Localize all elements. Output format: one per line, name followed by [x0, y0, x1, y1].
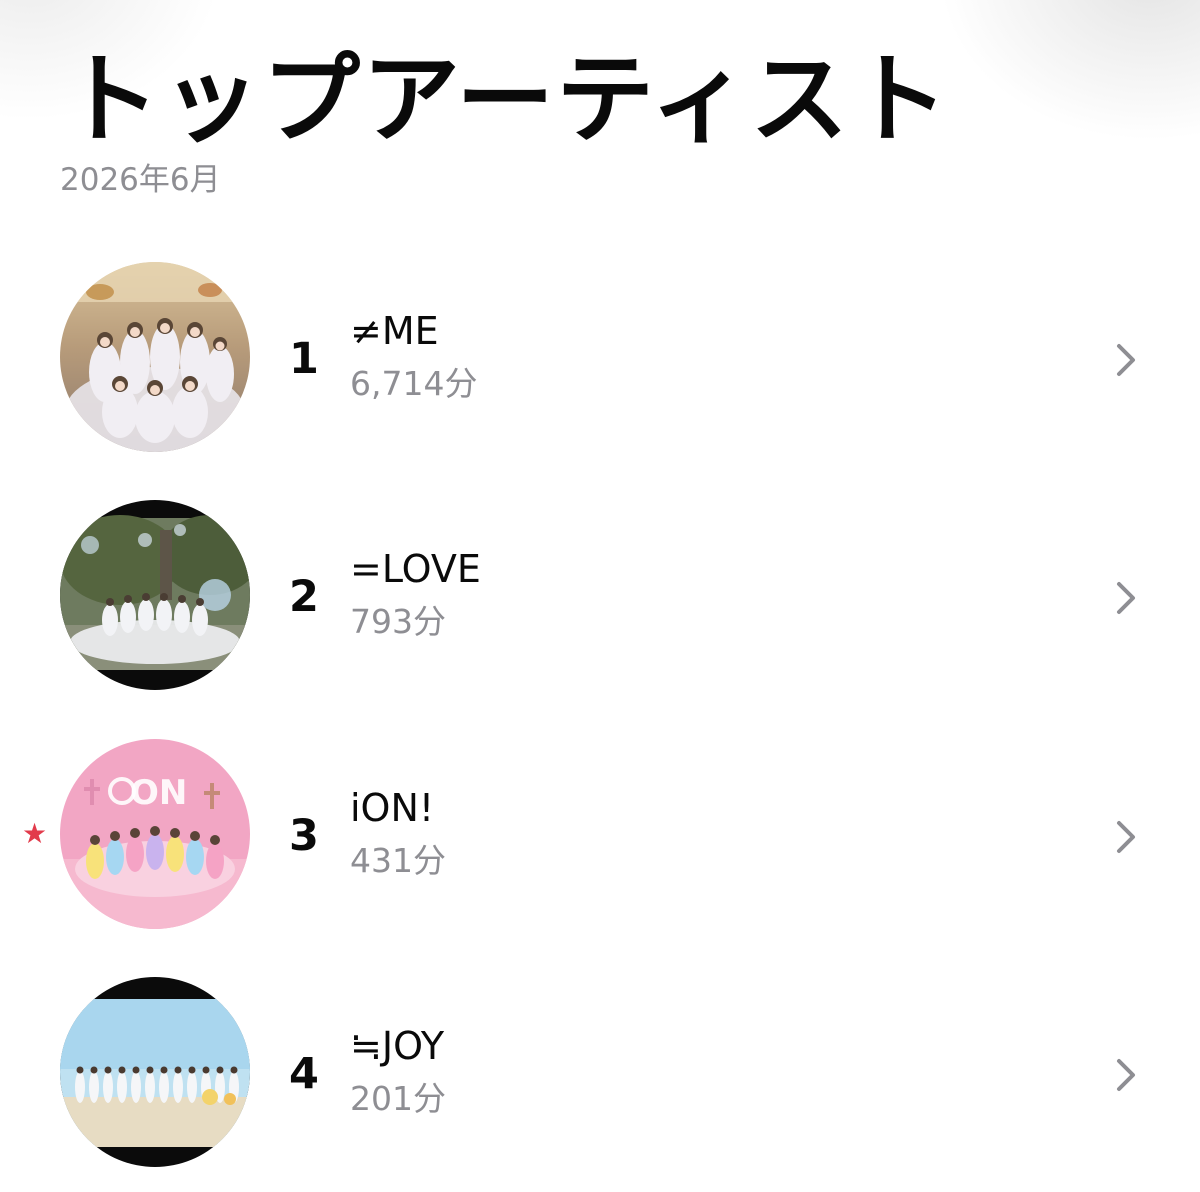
top-artists-screen: トップアーティスト 2026年6月 1 ≠ME 6,714分 2 =LOVE 7…	[0, 0, 1200, 1192]
corner-shadow	[940, 0, 1200, 140]
svg-text:ON: ON	[130, 773, 187, 813]
artist-photo-group-icon: ON	[60, 739, 250, 929]
rank-number: 1	[289, 334, 319, 384]
artist-photo-group-icon	[60, 500, 250, 690]
listening-minutes: 6,714分	[350, 364, 478, 403]
artist-name: =LOVE	[350, 547, 481, 591]
artist-row-3[interactable]: ★ ON 3 iON! 431分	[0, 739, 1200, 939]
listening-minutes: 431分	[350, 841, 446, 880]
artist-row-4[interactable]: 4 ≒JOY 201分	[0, 977, 1200, 1177]
chevron-right-icon[interactable]	[1110, 1055, 1142, 1095]
artist-avatar-1	[60, 262, 250, 452]
artist-row-1[interactable]: 1 ≠ME 6,714分	[0, 262, 1200, 462]
artist-avatar-4	[60, 977, 250, 1167]
star-icon: ★	[22, 817, 48, 850]
artist-name: ≒JOY	[350, 1024, 445, 1068]
rank-number: 3	[289, 811, 319, 861]
artist-name: ≠ME	[350, 309, 439, 353]
rank-number: 4	[289, 1049, 319, 1099]
chevron-right-icon[interactable]	[1110, 817, 1142, 857]
artist-name: iON!	[350, 786, 435, 830]
period-label: 2026年6月	[60, 162, 221, 198]
chevron-right-icon[interactable]	[1110, 578, 1142, 618]
artist-photo-group-icon	[60, 262, 250, 452]
artist-avatar-2	[60, 500, 250, 690]
page-title: トップアーティスト	[62, 43, 951, 157]
rank-number: 2	[289, 572, 319, 622]
artist-photo-group-icon	[60, 977, 250, 1167]
chevron-right-icon[interactable]	[1110, 340, 1142, 380]
listening-minutes: 793分	[350, 602, 446, 641]
artist-row-2[interactable]: 2 =LOVE 793分	[0, 500, 1200, 700]
listening-minutes: 201分	[350, 1079, 446, 1118]
artist-avatar-3: ON	[60, 739, 250, 929]
